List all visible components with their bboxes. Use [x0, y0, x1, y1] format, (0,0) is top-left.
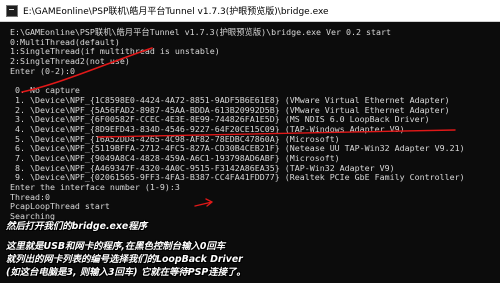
window-titlebar[interactable]: E:\GAMEonline\PSP联机\皓月平台Tunnel v1.7.3(护眼… [0, 0, 500, 22]
console-line-input: Enter the interface number (1-9):3 [10, 182, 180, 192]
subtitle-line-4: (如这台电脑是3, 则输入3回车) 它就在等待PSP连接了。 [6, 267, 246, 278]
subtitle-line-1: 然后打开我们的bridge.exe程序 [6, 221, 148, 232]
console-line: Enter (0-2):0 [10, 65, 75, 76]
console-app-icon [6, 4, 18, 17]
console-line: PcapLoopThread start [10, 201, 110, 212]
window-title: E:\GAMEonline\PSP联机\皓月平台Tunnel v1.7.3(护眼… [23, 7, 329, 17]
console-line: 2:SingleThread2(not use) [10, 56, 130, 67]
subtitle-line-3: 就列出的网卡列表的编号选择我们的LoopBack Driver [6, 254, 243, 265]
subtitle-line-2: 这里就是USB和网卡的程序,在黑色控制台输入0回车 [6, 241, 226, 252]
